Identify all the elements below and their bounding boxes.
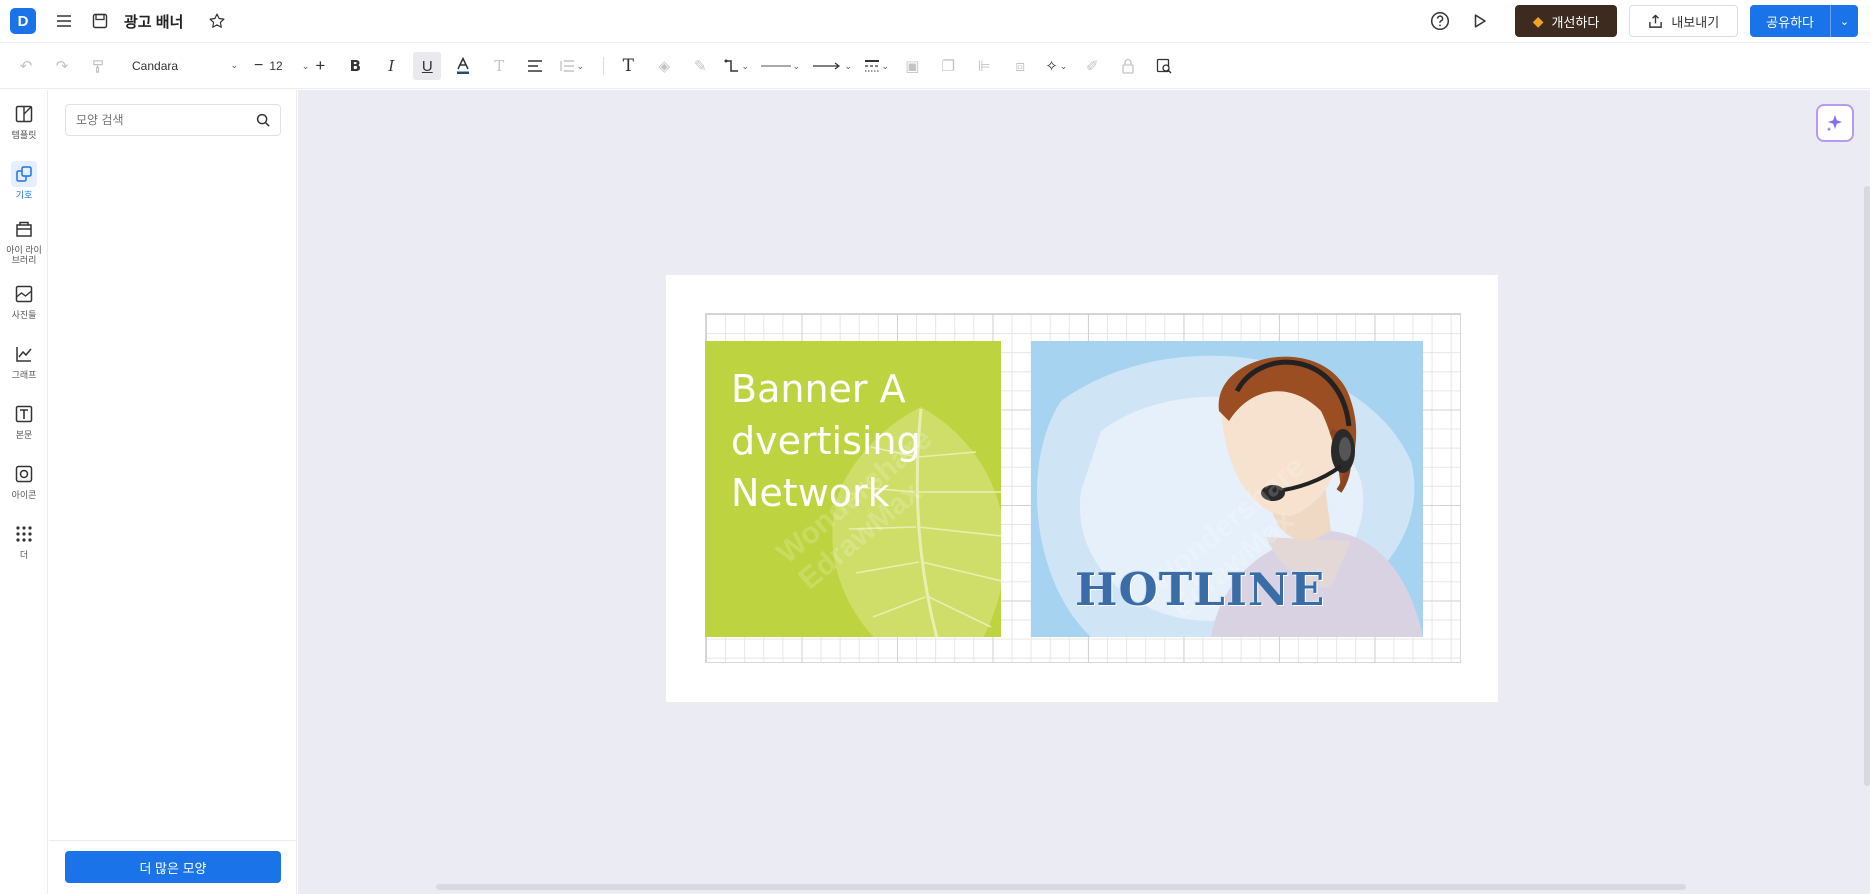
lock-icon[interactable]: [1114, 52, 1142, 80]
font-size-value: 12: [269, 59, 283, 73]
help-icon[interactable]: [1425, 6, 1455, 36]
bring-front-icon[interactable]: ▣: [898, 52, 926, 80]
rail-item-chart[interactable]: 그래프: [0, 330, 48, 390]
rail-item-icon[interactable]: 아이콘: [0, 450, 48, 510]
format-toolbar: ↶ ↷ Candara ⌄ − 12 ⌄ + B I U T ⌄ T ◈ ✎ ⌄…: [0, 44, 1870, 89]
send-back-icon[interactable]: ❐: [934, 52, 962, 80]
share-dropdown-chevron-icon[interactable]: ⌄: [1830, 5, 1858, 37]
rail-item-text[interactable]: 본문: [0, 390, 48, 450]
rail-item-more[interactable]: 더: [0, 510, 48, 570]
rail-label: 템플릿: [11, 129, 37, 140]
rail-label: 기호: [15, 189, 33, 200]
line-color-icon[interactable]: ✎: [686, 52, 714, 80]
hotline-text[interactable]: HOTLINE: [1075, 563, 1325, 616]
clear-format-icon[interactable]: T: [485, 52, 513, 80]
upgrade-button[interactable]: ◆ 개선하다: [1514, 5, 1618, 37]
top-bar: D 광고 배너 ◆ 개선하다 내보내기 공유하다 ⌄: [0, 0, 1870, 43]
fill-icon[interactable]: ◈: [650, 52, 678, 80]
horizontal-scrollbar[interactable]: [436, 884, 1686, 890]
line-weight-icon[interactable]: ⌄: [862, 52, 890, 80]
image-icon: [11, 281, 37, 307]
more-icon: [11, 521, 37, 547]
chevron-down-icon: ⌄: [230, 60, 238, 70]
rail-label: 본문: [15, 429, 33, 440]
search-icon[interactable]: [256, 113, 270, 127]
vertical-scrollbar[interactable]: [1864, 186, 1870, 786]
top-right-actions: ◆ 개선하다 내보내기 공유하다 ⌄: [1425, 5, 1870, 37]
export-icon: [1649, 13, 1663, 28]
increase-font-icon[interactable]: +: [315, 56, 325, 76]
shapes-panel: 더 많은 모양: [49, 90, 297, 894]
diagram-page[interactable]: Wondershare EdrawMax Banner Advertising …: [666, 275, 1498, 702]
rail-label: 더: [19, 549, 29, 560]
share-button[interactable]: 공유하다: [1750, 5, 1830, 37]
library-icon: [11, 216, 37, 242]
rail-item-symbol[interactable]: 기호: [0, 150, 48, 210]
undo-icon[interactable]: ↶: [12, 52, 40, 80]
group-icon[interactable]: ⧈: [1006, 52, 1034, 80]
chart-icon: [11, 341, 37, 367]
align-icon[interactable]: [521, 52, 549, 80]
shape-search-box: [65, 104, 281, 136]
symbol-icon: [11, 160, 37, 187]
text-tool-icon[interactable]: T: [614, 52, 642, 80]
arrow-style-select[interactable]: ⌄: [810, 52, 854, 80]
rail-item-template[interactable]: 템플릿: [0, 90, 48, 150]
toolbar-divider: [603, 57, 605, 75]
export-label: 내보내기: [1671, 14, 1720, 30]
format-painter-icon[interactable]: [84, 52, 112, 80]
shape-search-input[interactable]: [76, 113, 236, 127]
rail-label: 그래프: [11, 369, 37, 380]
decrease-font-icon[interactable]: −: [254, 57, 263, 75]
share-button-group: 공유하다 ⌄: [1750, 5, 1858, 37]
export-button[interactable]: 내보내기: [1629, 5, 1739, 37]
rail-label: 사진들: [11, 309, 37, 320]
menu-icon[interactable]: [50, 7, 78, 35]
upgrade-label: 개선하다: [1551, 14, 1600, 30]
app-logo[interactable]: D: [10, 8, 36, 34]
italic-icon[interactable]: I: [377, 52, 405, 80]
magic-tools-icon[interactable]: ✧ ⌄: [1042, 52, 1070, 80]
font-color-icon[interactable]: [449, 52, 477, 80]
font-size-select[interactable]: 12 ⌄: [269, 59, 309, 73]
edit-icon[interactable]: ✐: [1078, 52, 1106, 80]
rail-label: 아이콘: [11, 489, 37, 500]
banner-green-card[interactable]: Wondershare EdrawMax Banner Advertising …: [705, 341, 1001, 637]
align-shapes-icon[interactable]: ⊫: [970, 52, 998, 80]
connector-icon[interactable]: ⌄: [722, 52, 750, 80]
chevron-down-icon: ⌄: [301, 60, 310, 71]
rail-item-image[interactable]: 사진들: [0, 270, 48, 330]
panel-divider: [49, 840, 297, 841]
line-style-select[interactable]: ⌄: [758, 52, 802, 80]
rail-item-library[interactable]: 아이 라이브러리: [0, 210, 48, 270]
template-icon: [11, 101, 37, 127]
underline-icon[interactable]: U: [413, 52, 442, 80]
left-icon-rail: 템플릿 기호 아이 라이브러리 사진들 그래프 본문 아이콘 더: [0, 90, 48, 894]
save-icon[interactable]: [86, 7, 114, 35]
rail-label: 아이 라이브러리: [6, 244, 42, 265]
logo-text: D: [17, 12, 29, 30]
font-size-control: − 12 ⌄ +: [254, 56, 325, 76]
text-icon: [11, 401, 37, 427]
redo-icon[interactable]: ↷: [48, 52, 76, 80]
document-title[interactable]: 광고 배너: [124, 11, 183, 32]
canvas-area[interactable]: Wondershare EdrawMax Banner Advertising …: [298, 90, 1870, 894]
line-spacing-icon[interactable]: ⌄: [557, 52, 585, 80]
more-shapes-button[interactable]: 더 많은 모양: [65, 851, 281, 883]
font-family-value: Candara: [132, 58, 179, 73]
sparkle-icon: [1826, 115, 1842, 132]
bold-icon[interactable]: B: [341, 52, 369, 80]
ai-sparkle-button[interactable]: [1816, 104, 1854, 142]
icon-icon: [11, 461, 37, 487]
gem-icon: ◆: [1532, 12, 1544, 29]
hotline-blue-card[interactable]: Wondershare EdrawMax HOTLINE: [1031, 341, 1423, 637]
star-icon[interactable]: [203, 7, 231, 35]
find-replace-icon[interactable]: [1150, 52, 1178, 80]
banner-headline[interactable]: Banner Advertising Network: [731, 363, 921, 519]
font-family-select[interactable]: Candara ⌄: [126, 54, 244, 78]
play-icon[interactable]: [1465, 6, 1495, 36]
